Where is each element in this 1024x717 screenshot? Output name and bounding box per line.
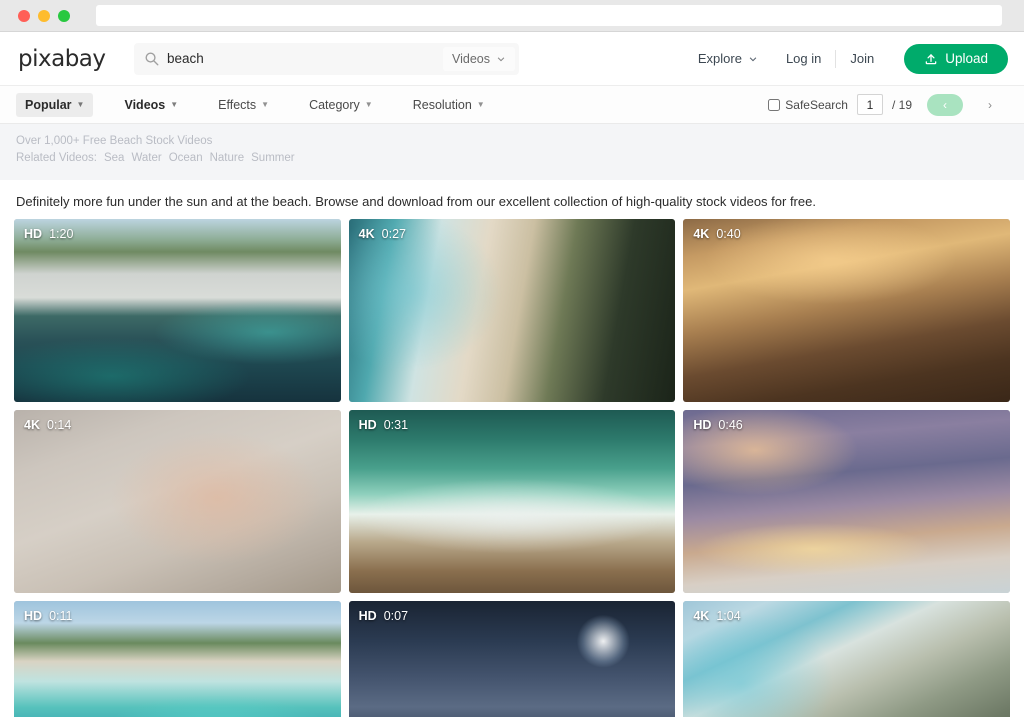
video-thumbnail <box>348 600 676 717</box>
chevron-down-icon: ▼ <box>476 99 485 109</box>
related-tag-sea[interactable]: Sea <box>104 152 124 164</box>
search-icon <box>145 52 159 66</box>
browser-chrome <box>0 0 1024 32</box>
chevron-down-icon: ▼ <box>261 99 270 109</box>
filter-resolution[interactable]: Resolution ▼ <box>404 93 494 117</box>
pixabay-logo[interactable]: pixabay <box>18 46 128 72</box>
filter-effects-label: Effects <box>218 97 257 112</box>
pagination-controls: SafeSearch / 19 ‹ › <box>768 93 1008 116</box>
search-bar[interactable]: Videos <box>134 42 519 75</box>
media-type-label: Videos <box>452 51 490 66</box>
results-count: Over 1,000+ Free Beach Stock Videos <box>16 135 213 147</box>
safesearch-checkbox[interactable] <box>768 98 781 111</box>
close-window-button[interactable] <box>18 9 30 22</box>
video-thumbnail <box>683 600 1010 717</box>
site-header: pixabay Videos Explore Log in Join Uploa… <box>0 32 1024 86</box>
related-videos-row: Related Videos: Sea Water Ocean Nature Summer <box>16 150 1008 167</box>
window-controls <box>18 9 70 22</box>
filter-category[interactable]: Category ▼ <box>300 93 382 117</box>
video-thumbnail <box>14 218 341 402</box>
video-thumbnail <box>348 218 676 402</box>
video-thumbnail <box>683 218 1010 402</box>
filter-effects[interactable]: Effects ▼ <box>209 93 278 117</box>
filter-resolution-label: Resolution <box>412 97 472 112</box>
search-input[interactable] <box>159 51 443 66</box>
video-thumbnail <box>14 600 341 717</box>
video-card[interactable]: 4K 0:27 <box>348 218 676 402</box>
upload-label: Upload <box>945 51 988 66</box>
upload-icon <box>925 53 937 64</box>
filter-popular[interactable]: Popular ▼ <box>16 92 94 117</box>
safesearch-toggle[interactable]: SafeSearch <box>768 98 848 112</box>
explore-menu[interactable]: Explore <box>684 51 772 66</box>
filter-popular-label: Popular <box>25 97 72 112</box>
intro-text: Definitely more fun under the sun and at… <box>0 179 1024 219</box>
video-card[interactable]: 4K 0:40 <box>683 218 1010 402</box>
filter-videos-label: Videos <box>124 97 166 112</box>
video-card[interactable]: HD 0:11 <box>14 600 341 717</box>
login-link[interactable]: Log in <box>772 51 835 66</box>
results-info: Over 1,000+ Free Beach Stock Videos Rela… <box>0 124 1024 180</box>
page-number-input[interactable] <box>856 94 883 115</box>
filter-category-label: Category <box>309 97 360 112</box>
related-label: Related Videos: <box>16 152 97 165</box>
filter-bar: Popular ▼ Videos ▼ Effects ▼ Category ▼ … <box>0 86 1024 124</box>
video-card[interactable]: 4K 1:04 <box>683 600 1010 717</box>
video-card[interactable]: HD 1:20 <box>14 218 341 402</box>
header-nav: Explore Log in Join Upload <box>684 43 1008 74</box>
maximize-window-button[interactable] <box>58 9 70 22</box>
previous-page-button[interactable]: ‹ <box>927 93 963 116</box>
related-tag-ocean[interactable]: Ocean <box>169 152 203 164</box>
explore-label: Explore <box>697 51 742 66</box>
related-tag-nature[interactable]: Nature <box>210 152 245 164</box>
video-thumbnail <box>683 409 1010 593</box>
video-thumbnail <box>14 409 341 593</box>
next-page-button[interactable]: › <box>972 94 1008 116</box>
join-link[interactable]: Join <box>836 51 888 66</box>
results-grid: HD 1:20 4K 0:27 4K 0:40 4K 0:14 HD 0:31 <box>0 218 1024 717</box>
url-bar-input[interactable] <box>96 5 1002 26</box>
chevron-down-icon: ▼ <box>76 99 85 109</box>
video-thumbnail <box>348 409 676 593</box>
video-card[interactable]: HD 0:31 <box>348 409 676 593</box>
video-card[interactable]: 4K 0:14 <box>14 409 341 593</box>
related-tag-water[interactable]: Water <box>131 152 161 164</box>
page-total-label: / 19 <box>891 97 912 112</box>
chevron-down-icon: ▼ <box>364 99 373 109</box>
chevron-down-icon <box>497 56 505 61</box>
media-type-select[interactable]: Videos <box>443 46 515 71</box>
filter-videos[interactable]: Videos ▼ <box>115 93 187 117</box>
upload-button[interactable]: Upload <box>904 43 1008 74</box>
video-card[interactable]: HD 0:46 <box>683 409 1010 593</box>
video-card[interactable]: HD 0:07 <box>348 600 676 717</box>
minimize-window-button[interactable] <box>38 9 50 22</box>
chevron-down-icon <box>749 56 757 61</box>
chevron-down-icon: ▼ <box>170 99 179 109</box>
related-tag-summer[interactable]: Summer <box>251 152 294 164</box>
safesearch-label: SafeSearch <box>785 97 848 112</box>
